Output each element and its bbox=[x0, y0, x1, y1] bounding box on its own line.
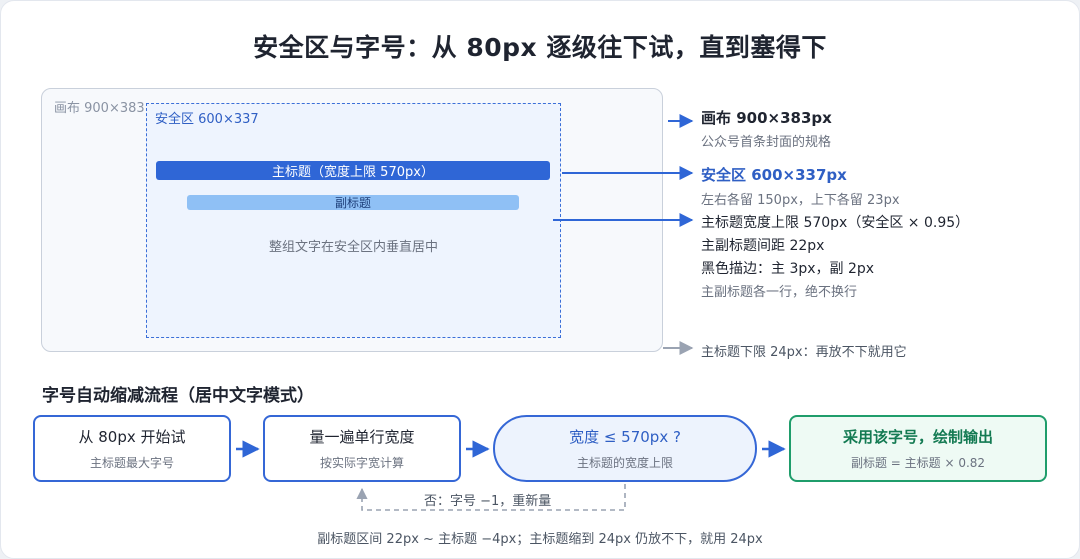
connectors bbox=[236, 114, 786, 511]
retry-label: 否：字号 −1，重新量 bbox=[420, 490, 556, 509]
footer-note: 副标题区间 22px ~ 主标题 −4px；主标题缩到 24px 仍放不下，就用… bbox=[317, 532, 763, 547]
